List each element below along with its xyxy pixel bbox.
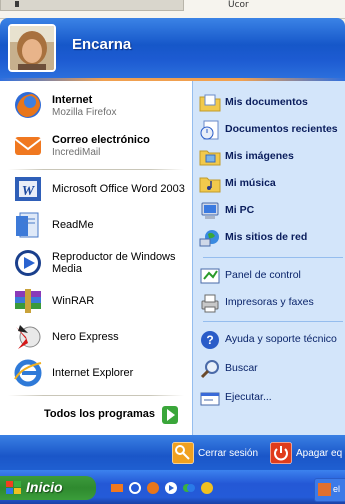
all-programs-button[interactable]: Todos los programas — [0, 398, 192, 435]
taskbar-window-label: el — [333, 484, 341, 494]
power-icon — [270, 442, 292, 464]
taskbar-window-button[interactable]: el — [314, 478, 345, 502]
place-label: Mis documentos — [225, 96, 308, 108]
place-label: Documentos recientes — [225, 123, 338, 135]
pinned-title: Internet — [52, 94, 93, 106]
place-label: Buscar — [225, 362, 258, 374]
place-recent-documents[interactable]: Documentos recientes — [197, 116, 345, 142]
start-menu-footer: Cerrar sesión Apagar eq — [0, 435, 345, 470]
mail-icon — [14, 137, 42, 155]
quicklaunch-ie-icon[interactable] — [128, 481, 142, 495]
window-app-icon — [318, 483, 331, 496]
pinned-subtitle: IncrediMail — [52, 147, 101, 158]
start-button[interactable]: Inicio — [0, 476, 96, 500]
quicklaunch-mail-icon[interactable] — [110, 481, 124, 495]
recent-item-media-player[interactable]: Reproductor de Windows Media — [0, 243, 192, 283]
recent-item-word[interactable]: W Microsoft Office Word 2003 — [0, 171, 192, 207]
quicklaunch-messenger-icon[interactable] — [182, 481, 196, 495]
pinned-item-internet[interactable]: Internet Mozilla Firefox — [0, 85, 192, 125]
separator — [203, 257, 343, 258]
start-menu: Encarna Internet Mozilla Firefox Correo e… — [0, 18, 345, 470]
firefox-icon — [15, 92, 41, 118]
media-player-icon — [15, 250, 41, 276]
separator — [8, 395, 184, 396]
user-photo-icon — [10, 26, 54, 70]
place-my-pictures[interactable]: Mis imágenes — [197, 143, 345, 169]
background-window-strip: Ucor — [0, 0, 345, 19]
recent-label: Microsoft Office Word 2003 — [52, 183, 185, 195]
printer-icon — [201, 294, 219, 313]
pinned-title: Correo electrónico — [52, 134, 150, 146]
recent-label: Reproductor de Windows — [52, 251, 176, 263]
word-icon: W — [15, 177, 41, 201]
place-control-panel[interactable]: Panel de control — [197, 262, 345, 288]
document-icon — [16, 212, 39, 238]
winrar-icon — [15, 289, 41, 313]
background-window-text: Ucor — [228, 0, 249, 10]
quicklaunch-media-icon[interactable] — [164, 481, 178, 495]
place-run[interactable]: Ejecutar... — [197, 384, 345, 410]
place-label: Panel de control — [225, 269, 301, 281]
place-my-computer[interactable]: Mi PC — [197, 197, 345, 223]
taskbar: Inicio el — [0, 470, 345, 504]
separator — [8, 169, 184, 170]
user-name: Encarna — [72, 36, 132, 53]
logoff-button[interactable]: Cerrar sesión — [172, 441, 258, 465]
separator — [203, 321, 343, 322]
svg-text:W: W — [22, 184, 36, 199]
ie-icon — [14, 359, 42, 387]
quicklaunch-app-icon[interactable] — [200, 481, 214, 495]
place-label: Impresoras y faxes — [225, 296, 314, 308]
recent-label-line2: Media — [52, 263, 82, 275]
recent-label: Internet Explorer — [52, 367, 134, 379]
place-network[interactable]: Mis sitios de red — [197, 224, 345, 250]
recent-item-readme[interactable]: ReadMe — [0, 207, 192, 243]
folder-documents-icon — [199, 94, 221, 112]
shutdown-label: Apagar eq — [296, 447, 343, 459]
folder-music-icon — [199, 177, 221, 193]
place-label: Mis sitios de red — [225, 231, 308, 243]
place-label: Ayuda y soporte técnico — [225, 333, 337, 345]
recent-label: Nero Express — [52, 331, 119, 343]
start-label: Inicio — [26, 479, 63, 495]
logoff-key-icon — [172, 442, 194, 464]
pinned-item-email[interactable]: Correo electrónico IncrediMail — [0, 125, 192, 165]
place-printers[interactable]: Impresoras y faxes — [197, 289, 345, 315]
place-label: Ejecutar... — [225, 391, 272, 403]
run-icon — [200, 392, 220, 406]
programs-column: Internet Mozilla Firefox Correo electróni… — [0, 81, 192, 435]
help-icon: ? — [201, 331, 219, 349]
control-panel-icon — [200, 268, 220, 284]
recent-documents-icon — [200, 120, 219, 140]
background-window-tab — [0, 0, 184, 11]
quicklaunch-firefox-icon[interactable] — [146, 481, 160, 495]
windows-flag-icon — [6, 481, 21, 494]
search-icon — [200, 360, 219, 379]
recent-item-nero[interactable]: Nero Express — [0, 319, 192, 355]
places-column: Mis documentos Documentos recientes Mis … — [192, 81, 345, 435]
logoff-label: Cerrar sesión — [198, 447, 259, 459]
nero-icon — [16, 325, 41, 349]
computer-icon — [201, 202, 219, 219]
folder-pictures-icon — [199, 150, 221, 166]
place-my-music[interactable]: Mi música — [197, 170, 345, 196]
user-avatar[interactable] — [8, 24, 56, 72]
place-help[interactable]: ? Ayuda y soporte técnico — [197, 326, 345, 352]
place-label: Mi música — [225, 177, 276, 189]
recent-item-winrar[interactable]: WinRAR — [0, 283, 192, 319]
place-label: Mi PC — [225, 204, 255, 216]
place-label: Mis imágenes — [225, 150, 294, 162]
recent-label: ReadMe — [52, 219, 94, 231]
recent-item-ie[interactable]: Internet Explorer — [0, 355, 192, 391]
start-menu-header: Encarna — [0, 18, 345, 78]
shutdown-button[interactable]: Apagar eq — [270, 441, 342, 465]
place-search[interactable]: Buscar — [197, 355, 345, 381]
svg-text:?: ? — [206, 333, 213, 347]
place-my-documents[interactable]: Mis documentos — [197, 89, 345, 115]
green-arrow-icon — [162, 406, 178, 424]
pinned-subtitle: Mozilla Firefox — [52, 107, 117, 118]
network-icon — [199, 230, 219, 247]
all-programs-label: Todos los programas — [44, 408, 156, 420]
recent-label: WinRAR — [52, 295, 95, 307]
